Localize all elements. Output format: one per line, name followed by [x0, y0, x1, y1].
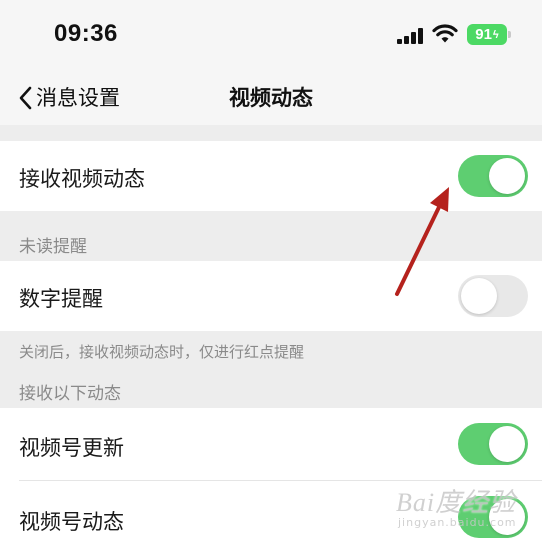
channel-update-toggle[interactable]	[458, 423, 528, 465]
baidu-watermark-logo: Bai度经验 jingyan.baidu.com	[388, 482, 538, 540]
watermark-text: Bai度经验	[396, 488, 517, 517]
cellular-signal-icon	[397, 28, 425, 44]
watermark-sub: jingyan.baidu.com	[398, 516, 517, 529]
row-label: 接收视频动态	[19, 167, 145, 191]
number-reminder-note: 关闭后，接收视频动态时，仅进行红点提醒	[19, 343, 305, 361]
receive-video-updates-toggle[interactable]	[458, 155, 528, 197]
wifi-icon	[432, 24, 458, 43]
row-label: 视频号更新	[19, 436, 124, 460]
section-header-receive: 接收以下动态	[19, 384, 121, 404]
toggle-knob	[489, 426, 525, 462]
settings-row-number-reminder: 数字提醒	[0, 261, 542, 331]
settings-row-receive-video-updates: 接收视频动态	[0, 141, 542, 211]
row-label: 数字提醒	[19, 287, 103, 311]
battery-level: 91	[475, 26, 492, 43]
battery-icon: 91 ϟ	[467, 24, 511, 45]
row-divider	[19, 480, 542, 481]
number-reminder-toggle[interactable]	[458, 275, 528, 317]
page-title: 视频动态	[229, 86, 313, 110]
toggle-knob	[461, 278, 497, 314]
toggle-knob	[489, 158, 525, 194]
settings-row-channel-update: 视频号更新	[0, 408, 542, 480]
section-header-unread: 未读提醒	[19, 237, 87, 257]
row-label: 视频号动态	[19, 510, 124, 534]
status-time: 09:36	[54, 20, 118, 47]
status-bar: 09:36 91 ϟ	[0, 0, 542, 70]
nav-bar: 消息设置 视频动态	[0, 70, 542, 125]
